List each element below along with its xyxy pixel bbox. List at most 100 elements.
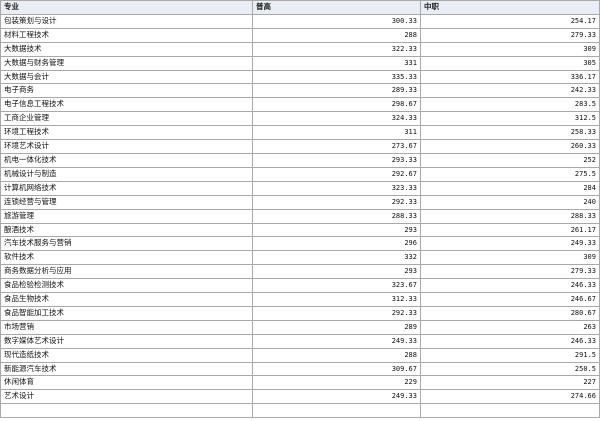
cell-vocational-score: 263	[420, 319, 600, 335]
cell-general-score: 293	[252, 222, 421, 238]
cell-major: 新能源汽车技术	[0, 361, 253, 377]
cell-vocational-score: 309	[420, 250, 600, 266]
cell-major: 电子信息工程技术	[0, 97, 253, 113]
cell-general-score: 312.33	[252, 292, 421, 307]
cell-major: 旅游管理	[0, 208, 253, 224]
cell-major: 包装策划与设计	[0, 13, 253, 29]
cell-major: 食品检验检测技术	[0, 278, 253, 294]
table-row	[0, 403, 600, 419]
cell-vocational-score: 254.17	[420, 13, 600, 29]
table-row: 大数据与财务管理 331 305	[0, 55, 600, 71]
cell-vocational-score: 240	[420, 194, 600, 210]
cell-vocational-score: 312.5	[420, 111, 600, 127]
table-row: 软件技术 332 309	[0, 250, 600, 266]
cell-major: 酿酒技术	[0, 222, 253, 238]
cell-general-score: 293	[252, 264, 421, 280]
table-row: 电子商务 289.33 242.33	[0, 83, 600, 99]
table-row: 环境工程技术 311 258.33	[0, 125, 600, 141]
cell-general-score: 323.67	[252, 278, 421, 294]
cell-general-score: 332	[252, 250, 421, 266]
cell-major	[0, 403, 253, 419]
cell-vocational-score: 261.17	[420, 222, 600, 238]
cell-general-score: 288	[252, 347, 421, 363]
cell-major: 商务数据分析与应用	[0, 264, 253, 280]
cell-vocational-score	[420, 403, 600, 419]
cell-general-score: 249.33	[252, 333, 421, 349]
cell-general-score: 309.67	[252, 361, 421, 377]
cell-vocational-score: 336.17	[420, 69, 600, 85]
cell-general-score: 292.33	[252, 194, 421, 210]
cell-general-score: 300.33	[252, 13, 421, 29]
cell-major: 大数据技术	[0, 41, 253, 57]
table-row: 工商企业管理 324.33 312.5	[0, 111, 600, 127]
cell-general-score: 292.33	[252, 305, 421, 321]
cell-vocational-score: 246.33	[420, 333, 600, 349]
table-row: 食品生物技术 312.33 246.67	[0, 292, 600, 307]
cell-major: 艺术设计	[0, 389, 253, 405]
cell-general-score: 288	[252, 27, 421, 43]
cell-general-score: 289.33	[252, 83, 421, 99]
cell-general-score: 298.67	[252, 97, 421, 113]
cell-vocational-score: 309	[420, 41, 600, 57]
cell-general-score	[252, 403, 421, 419]
cell-general-score: 288.33	[252, 208, 421, 224]
cell-major: 机电一体化技术	[0, 152, 253, 168]
cell-major: 工商企业管理	[0, 111, 253, 127]
table-body: 包装策划与设计 300.33 254.17 材料工程技术 288 279.33 大数据技术 3…	[0, 13, 600, 419]
cell-major: 计算机网络技术	[0, 180, 253, 196]
cell-major: 环境艺术设计	[0, 139, 253, 154]
cell-vocational-score: 252	[420, 152, 600, 168]
cell-general-score: 292.67	[252, 166, 421, 182]
cell-vocational-score: 227	[420, 375, 600, 391]
table-row: 数字媒体艺术设计 249.33 246.33	[0, 333, 600, 349]
cell-vocational-score: 284	[420, 180, 600, 196]
header-general-high-school: 普高	[252, 0, 421, 15]
cell-vocational-score: 260.33	[420, 139, 600, 154]
cell-general-score: 296	[252, 236, 421, 252]
table-row: 食品检验检测技术 323.67 246.33	[0, 278, 600, 294]
cell-vocational-score: 246.33	[420, 278, 600, 294]
cell-major: 软件技术	[0, 250, 253, 266]
cell-major: 大数据与财务管理	[0, 55, 253, 71]
cell-major: 食品智能加工技术	[0, 305, 253, 321]
cell-general-score: 273.67	[252, 139, 421, 154]
cell-vocational-score: 291.5	[420, 347, 600, 363]
table-row: 休闲体育 229 227	[0, 375, 600, 391]
header-vocational: 中职	[420, 0, 600, 15]
cell-general-score: 323.33	[252, 180, 421, 196]
table-row: 食品智能加工技术 292.33 280.67	[0, 305, 600, 321]
table-row: 现代造纸技术 288 291.5	[0, 347, 600, 363]
cell-major: 市场营销	[0, 319, 253, 335]
cell-major: 机械设计与制造	[0, 166, 253, 182]
score-table: 专业 普高 中职 包装策划与设计 300.33 254.17 材料工程技术 288 279…	[0, 0, 600, 419]
cell-general-score: 335.33	[252, 69, 421, 85]
table-row: 酿酒技术 293 261.17	[0, 222, 600, 238]
table-row: 连锁经营与管理 292.33 240	[0, 194, 600, 210]
cell-vocational-score: 258.33	[420, 125, 600, 141]
table-row: 旅游管理 288.33 288.33	[0, 208, 600, 224]
table-row: 材料工程技术 288 279.33	[0, 27, 600, 43]
cell-vocational-score: 283.5	[420, 97, 600, 113]
cell-vocational-score: 250.5	[420, 361, 600, 377]
cell-general-score: 311	[252, 125, 421, 141]
cell-major: 电子商务	[0, 83, 253, 99]
cell-vocational-score: 305	[420, 55, 600, 71]
cell-major: 连锁经营与管理	[0, 194, 253, 210]
cell-vocational-score: 288.33	[420, 208, 600, 224]
table-row: 新能源汽车技术 309.67 250.5	[0, 361, 600, 377]
header-major: 专业	[0, 0, 253, 15]
cell-general-score: 229	[252, 375, 421, 391]
table-row: 商务数据分析与应用 293 279.33	[0, 264, 600, 280]
table-row: 机械设计与制造 292.67 275.5	[0, 166, 600, 182]
cell-vocational-score: 246.67	[420, 292, 600, 307]
table-row: 汽车技术服务与营销 296 249.33	[0, 236, 600, 252]
cell-general-score: 322.33	[252, 41, 421, 57]
cell-general-score: 324.33	[252, 111, 421, 127]
table-row: 大数据技术 322.33 309	[0, 41, 600, 57]
table-row: 计算机网络技术 323.33 284	[0, 180, 600, 196]
table-row: 市场营销 289 263	[0, 319, 600, 335]
cell-general-score: 293.33	[252, 152, 421, 168]
cell-major: 休闲体育	[0, 375, 253, 391]
cell-major: 食品生物技术	[0, 292, 253, 307]
cell-vocational-score: 274.66	[420, 389, 600, 405]
